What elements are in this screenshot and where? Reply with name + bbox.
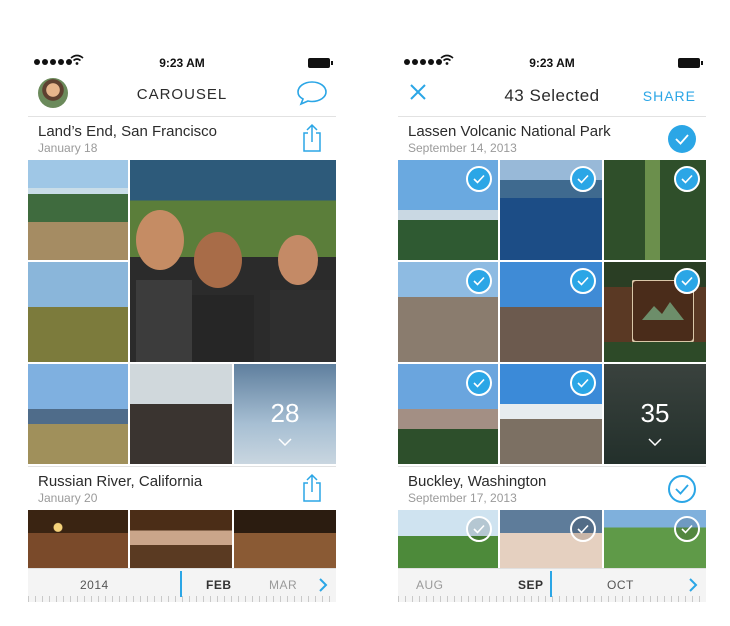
photo-select-check[interactable] xyxy=(570,516,596,542)
app-title: CAROUSEL xyxy=(136,86,228,103)
photo-select-check[interactable] xyxy=(570,166,596,192)
checkmark-icon xyxy=(577,378,589,388)
chevron-down-icon xyxy=(648,438,662,446)
photo-featured[interactable] xyxy=(130,160,336,362)
timeline-scrubber[interactable]: 2014 FEB MAR xyxy=(28,568,336,602)
carousel-screen: 9:23 AM CAROUSEL Land’s End, San Francis… xyxy=(28,50,336,602)
photo-thumbnail[interactable] xyxy=(130,364,232,464)
photo-thumbnail[interactable] xyxy=(604,510,706,568)
checkmark-icon xyxy=(473,174,485,184)
timeline-cursor[interactable] xyxy=(550,571,552,597)
nav-bar: 43 Selected SHARE xyxy=(398,76,706,116)
photo-select-check[interactable] xyxy=(466,166,492,192)
photo-thumbnail[interactable] xyxy=(604,160,706,260)
section-select-toggle[interactable] xyxy=(668,125,696,153)
section-title: Buckley, Washington xyxy=(408,473,547,490)
photo-select-check[interactable] xyxy=(674,166,700,192)
checkmark-icon xyxy=(681,524,693,534)
timeline-ticks xyxy=(28,596,336,602)
timeline-label[interactable]: OCT xyxy=(607,578,634,592)
photo-select-check[interactable] xyxy=(570,268,596,294)
checkmark-icon xyxy=(681,174,693,184)
photo-thumbnail[interactable] xyxy=(28,262,128,362)
section-title: Lassen Volcanic National Park xyxy=(408,123,611,140)
status-time: 9:23 AM xyxy=(529,56,575,70)
status-bar: 9:23 AM xyxy=(398,50,706,76)
photo-thumbnail[interactable] xyxy=(398,510,498,568)
photo-select-check[interactable] xyxy=(674,516,700,542)
photo-thumbnail[interactable] xyxy=(28,160,128,260)
photo-thumbnail[interactable] xyxy=(500,160,602,260)
timeline-label[interactable]: 2014 xyxy=(80,578,109,592)
section-date: September 17, 2013 xyxy=(408,491,517,505)
timeline-scrubber[interactable]: AUG SEP OCT xyxy=(398,568,706,602)
more-photos-count: 35 xyxy=(640,398,670,428)
timeline-cursor[interactable] xyxy=(180,571,182,597)
section-date: January 18 xyxy=(38,141,98,155)
battery-icon xyxy=(678,58,703,68)
checkmark-icon xyxy=(577,524,589,534)
chevron-right-icon[interactable] xyxy=(688,578,698,592)
more-photos-count: 28 xyxy=(270,398,300,428)
more-photos-tile[interactable]: 28 xyxy=(234,364,336,464)
timeline-label[interactable]: FEB xyxy=(206,578,232,592)
status-bar: 9:23 AM xyxy=(28,50,336,76)
photo-select-check[interactable] xyxy=(466,370,492,396)
photo-thumbnail[interactable] xyxy=(28,510,128,568)
photo-thumbnail[interactable] xyxy=(28,364,128,464)
timeline-label[interactable]: MAR xyxy=(269,578,297,592)
section-title: Land’s End, San Francisco xyxy=(38,123,217,140)
photo-thumbnail[interactable] xyxy=(604,262,706,362)
checkmark-icon xyxy=(473,378,485,388)
checkmark-icon xyxy=(577,276,589,286)
section-title: Russian River, California xyxy=(38,473,203,490)
photo-thumbnail[interactable] xyxy=(234,510,336,568)
photo-select-check[interactable] xyxy=(674,268,700,294)
photo-thumbnail[interactable] xyxy=(398,262,498,362)
section-date: September 14, 2013 xyxy=(408,141,517,155)
photo-thumbnail[interactable] xyxy=(398,160,498,260)
share-icon[interactable] xyxy=(300,123,324,153)
timeline-label[interactable]: AUG xyxy=(416,578,444,592)
status-time: 9:23 AM xyxy=(159,56,205,70)
section-header: Russian River, California January 20 xyxy=(28,466,336,510)
timeline-label[interactable]: SEP xyxy=(518,578,544,592)
section-header: Land’s End, San Francisco January 18 xyxy=(28,116,336,160)
photo-thumbnail[interactable] xyxy=(398,364,498,464)
checkmark-icon xyxy=(577,174,589,184)
share-icon[interactable] xyxy=(300,473,324,503)
nav-bar: CAROUSEL xyxy=(28,76,336,116)
checkmark-icon xyxy=(681,276,693,286)
photo-select-check[interactable] xyxy=(570,370,596,396)
photo-thumbnail[interactable] xyxy=(500,262,602,362)
photo-select-check[interactable] xyxy=(466,516,492,542)
section-select-toggle[interactable] xyxy=(668,475,696,503)
photo-thumbnail[interactable] xyxy=(500,364,602,464)
checkmark-icon xyxy=(675,484,689,495)
photo-thumbnail[interactable] xyxy=(500,510,602,568)
section-header: Lassen Volcanic National Park September … xyxy=(398,116,706,160)
checkmark-icon xyxy=(675,134,689,145)
chevron-down-icon xyxy=(278,438,292,446)
photo-thumbnail[interactable] xyxy=(130,510,232,568)
battery-icon xyxy=(308,58,333,68)
selection-screen: 9:23 AM 43 Selected SHARE Lassen Volcani… xyxy=(398,50,706,602)
chevron-right-icon[interactable] xyxy=(318,578,328,592)
share-button[interactable]: SHARE xyxy=(643,88,696,104)
section-header: Buckley, Washington September 17, 2013 xyxy=(398,466,706,510)
checkmark-icon xyxy=(473,524,485,534)
checkmark-icon xyxy=(473,276,485,286)
section-date: January 20 xyxy=(38,491,98,505)
chat-bubble-icon[interactable] xyxy=(296,80,328,106)
timeline-ticks xyxy=(398,596,706,602)
more-photos-tile[interactable]: 35 xyxy=(604,364,706,464)
photo-select-check[interactable] xyxy=(466,268,492,294)
